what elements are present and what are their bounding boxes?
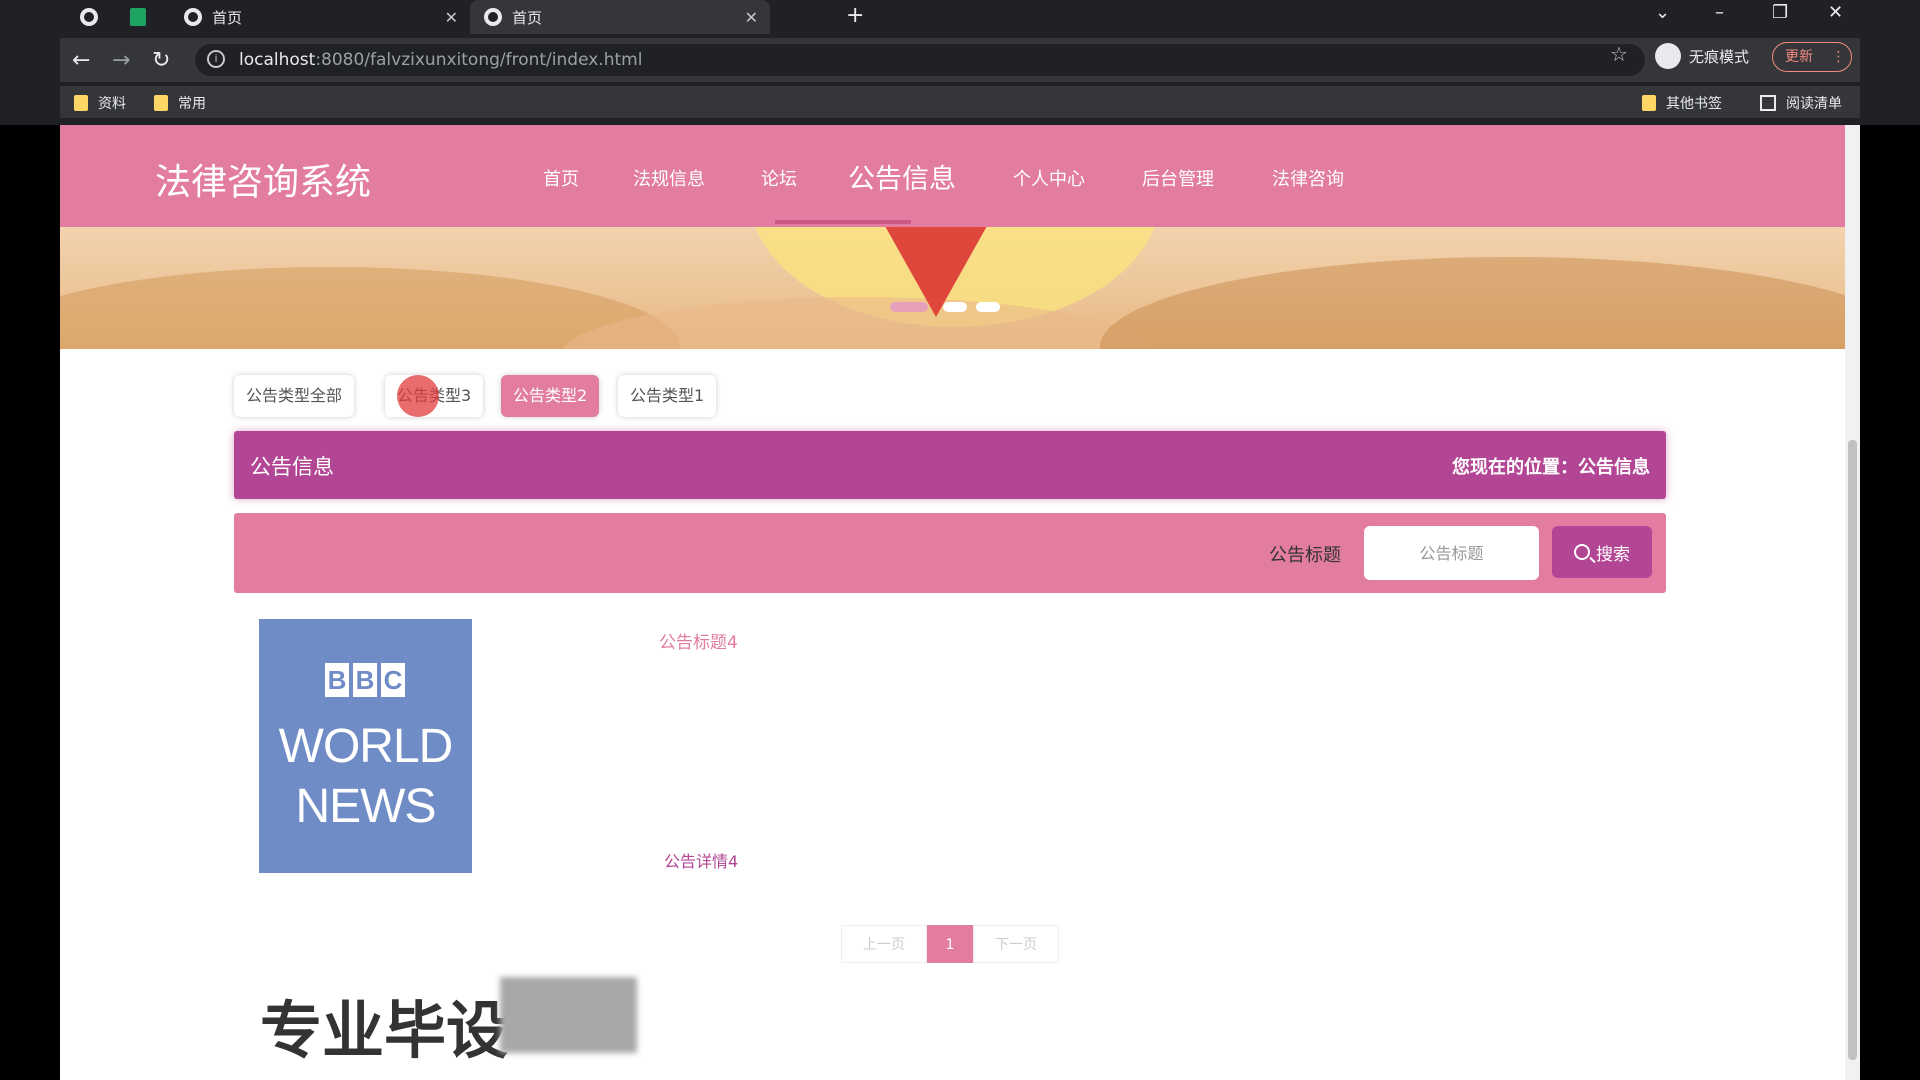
bookmark-label: 常用	[178, 96, 206, 112]
thumb-text-world: WORLD	[278, 720, 454, 773]
close-window-icon[interactable]: ✕	[1828, 2, 1843, 23]
bbc-logo: B B C	[325, 663, 409, 697]
search-input[interactable]	[1364, 526, 1539, 580]
bookmark-folder-2[interactable]: 常用	[154, 93, 206, 113]
site-brand[interactable]: 法律咨询系统	[155, 153, 371, 205]
reading-list-icon	[1760, 95, 1776, 111]
nav-item-home[interactable]: 首页	[543, 165, 579, 191]
prev-page-button[interactable]: 上一页	[841, 925, 927, 963]
tab-label: 首页	[212, 8, 243, 27]
tab-first[interactable]: 首页 ✕	[170, 0, 470, 34]
minimize-icon[interactable]: –	[1715, 2, 1724, 23]
next-page-button[interactable]: 下一页	[973, 925, 1059, 963]
search-label: 公告标题	[1269, 545, 1341, 566]
globe-icon	[484, 8, 502, 26]
news-thumbnail[interactable]: B B C WORLD NEWS	[259, 619, 472, 873]
click-indicator	[397, 375, 439, 417]
address-bar[interactable]: i localhost:8080/falvzixunxitong/front/i…	[195, 44, 1645, 76]
banner-dune	[560, 297, 1160, 349]
other-bookmarks-label: 其他书签	[1666, 96, 1722, 112]
incognito-indicator[interactable]: 无痕模式	[1655, 43, 1749, 69]
banner-dune	[1100, 257, 1845, 349]
bookmark-star-icon[interactable]: ☆	[1610, 42, 1628, 66]
reading-list-label: 阅读清单	[1786, 96, 1842, 112]
nav-item-forum[interactable]: 论坛	[761, 165, 797, 191]
tab-label: 首页	[512, 8, 543, 27]
reload-icon[interactable]: ↻	[152, 48, 170, 73]
bbc-letter: B	[325, 663, 349, 697]
tab-active[interactable]: 首页 ✕	[470, 0, 770, 34]
folder-icon	[1642, 95, 1656, 111]
filter-type-all[interactable]: 公告类型全部	[234, 375, 355, 417]
nav-item-announcements[interactable]: 公告信息	[848, 157, 956, 196]
carousel-dot-2[interactable]	[943, 302, 967, 312]
address-path: :8080/falvzixunxitong/front/index.html	[315, 50, 643, 70]
page-scrollbar[interactable]	[1845, 125, 1860, 1080]
restore-icon[interactable]: ❐	[1772, 2, 1788, 23]
browser-chrome: 首页 ✕ 首页 ✕ + ⌄ – ❐ ✕ ← → ↻ i localhost:80…	[0, 0, 1920, 125]
incognito-label: 无痕模式	[1689, 47, 1750, 66]
other-bookmarks[interactable]: 其他书签	[1642, 93, 1722, 113]
new-tab-icon[interactable]: +	[846, 3, 864, 28]
back-arrow-icon[interactable]: ←	[72, 48, 90, 73]
address-text: localhost:8080/falvzixunxitong/front/ind…	[239, 50, 642, 70]
news-title-link[interactable]: 公告标题4	[659, 628, 738, 653]
thumb-text-news: NEWS	[295, 780, 437, 833]
carousel-dot-3[interactable]	[976, 302, 1000, 312]
globe-icon	[184, 8, 202, 26]
bookmarks-bar: 资料 常用 其他书签 阅读清单	[60, 86, 1860, 118]
reading-list[interactable]: 阅读清单	[1760, 93, 1842, 113]
filter-type-1[interactable]: 公告类型1	[618, 375, 717, 417]
folder-icon	[154, 95, 168, 111]
browser-menu-globe-icon[interactable]	[80, 8, 98, 26]
update-label: 更新	[1785, 49, 1813, 65]
bookmark-folder-1[interactable]: 资料	[74, 93, 126, 113]
close-icon[interactable]: ✕	[445, 8, 458, 27]
search-button-label: 搜索	[1596, 544, 1630, 565]
tab-bar: 首页 ✕ 首页 ✕ + ⌄ – ❐ ✕	[60, 0, 1860, 34]
bbc-letter: C	[381, 663, 405, 697]
search-bar: 公告标题 搜索	[234, 513, 1666, 593]
folder-icon	[74, 95, 88, 111]
carousel-dot-1[interactable]	[890, 302, 928, 312]
nav-item-profile[interactable]: 个人中心	[1013, 165, 1085, 191]
bbc-letter: B	[353, 663, 377, 697]
address-host: localhost	[239, 50, 316, 70]
close-icon[interactable]: ✕	[745, 8, 758, 27]
incognito-icon	[1655, 43, 1681, 69]
page-number-current[interactable]: 1	[927, 925, 973, 963]
nav-item-regulations[interactable]: 法规信息	[633, 165, 705, 191]
search-icon	[1574, 544, 1590, 560]
bookmark-label: 资料	[98, 96, 126, 112]
section-title: 公告信息	[250, 455, 334, 479]
watermark-text: 专业毕设	[260, 994, 509, 1067]
news-detail-link[interactable]: 公告详情4	[664, 848, 738, 872]
browser-toolbar: ← → ↻ i localhost:8080/falvzixunxitong/f…	[60, 38, 1860, 82]
spreadsheet-tab-icon[interactable]	[130, 8, 146, 26]
nav-active-underline	[775, 220, 911, 224]
hero-banner	[60, 227, 1845, 349]
search-button[interactable]: 搜索	[1552, 526, 1652, 578]
more-vert-icon: ⋮	[1831, 49, 1846, 65]
tab-search-chevron-icon[interactable]: ⌄	[1655, 2, 1670, 23]
pagination: 上一页 1 下一页	[841, 925, 1059, 963]
forward-arrow-icon[interactable]: →	[112, 48, 130, 73]
section-header: 公告信息 您现在的位置：公告信息	[234, 431, 1666, 499]
nav-item-admin[interactable]: 后台管理	[1142, 165, 1214, 191]
filter-type-2[interactable]: 公告类型2	[501, 375, 600, 417]
info-icon[interactable]: i	[207, 50, 225, 68]
page-viewport: 法律咨询系统 首页 法规信息 论坛 公告信息 个人中心 后台管理 法律咨询 公告…	[60, 125, 1860, 1080]
nav-item-consultation[interactable]: 法律咨询	[1272, 165, 1344, 191]
breadcrumb: 您现在的位置：公告信息	[1452, 457, 1650, 478]
scrollbar-thumb[interactable]	[1848, 440, 1857, 1060]
blurred-overlay	[500, 977, 637, 1053]
site-header: 法律咨询系统 首页 法规信息 论坛 公告信息 个人中心 后台管理 法律咨询	[60, 125, 1845, 227]
update-button[interactable]: 更新 ⋮	[1772, 42, 1852, 72]
